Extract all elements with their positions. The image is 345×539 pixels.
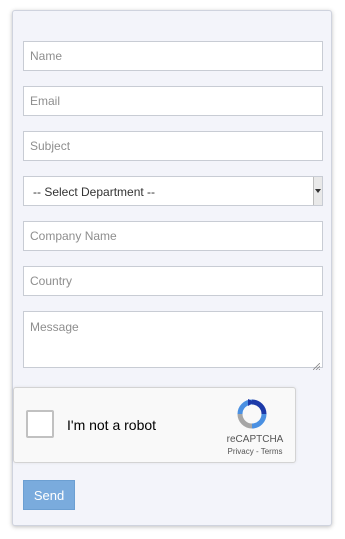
- subject-input[interactable]: [23, 131, 323, 161]
- dropdown-arrow-icon[interactable]: [313, 177, 322, 205]
- recaptcha-privacy-terms-links[interactable]: Privacy - Terms: [220, 447, 290, 456]
- department-select[interactable]: -- Select Department --: [23, 176, 323, 206]
- recaptcha-checkbox[interactable]: [26, 410, 54, 438]
- email-input[interactable]: [23, 86, 323, 116]
- name-input[interactable]: [23, 41, 323, 71]
- recaptcha-brand: reCAPTCHA: [226, 434, 284, 445]
- recaptcha-widget: I'm not a robot reCAPTCHA Privacy - Term…: [13, 387, 296, 463]
- contact-form-panel: -- Select Department -- I'm not a robot …: [12, 10, 332, 526]
- recaptcha-logo-icon: [237, 399, 267, 429]
- country-input[interactable]: [23, 266, 323, 296]
- company-name-input[interactable]: [23, 221, 323, 251]
- message-textarea[interactable]: [23, 311, 323, 368]
- send-button[interactable]: Send: [23, 480, 75, 510]
- department-select-value: -- Select Department --: [33, 185, 156, 199]
- recaptcha-label: I'm not a robot: [67, 417, 157, 433]
- resize-handle-icon[interactable]: [313, 363, 320, 370]
